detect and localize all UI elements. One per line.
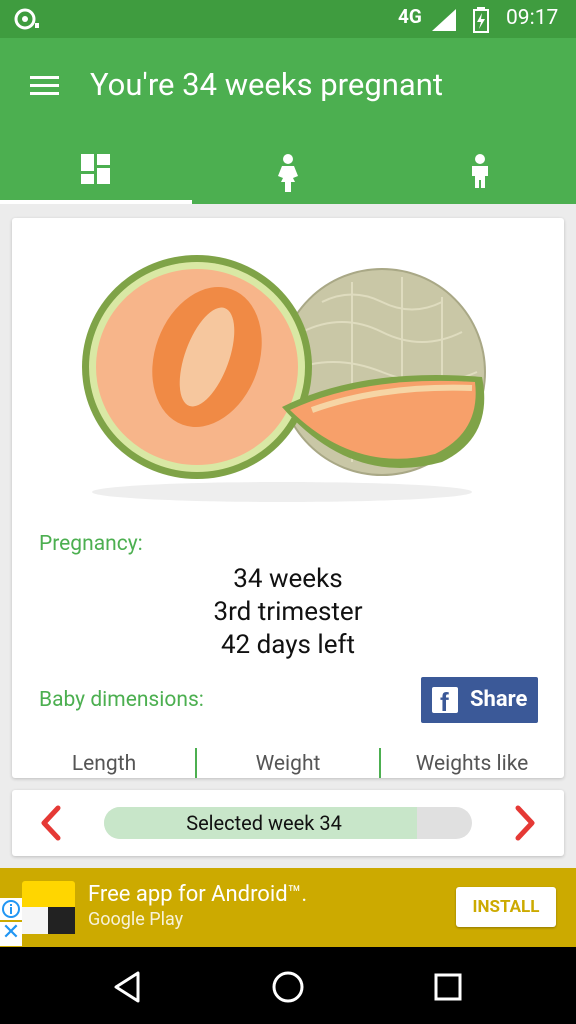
tab-mother[interactable]	[192, 138, 384, 204]
tab-dashboard[interactable]	[0, 138, 192, 204]
column-header-weight: Weight	[255, 752, 321, 776]
notification-icon	[14, 8, 39, 30]
ad-subtitle: Google Play	[88, 909, 184, 930]
days-left-value: 42 days left	[220, 630, 356, 660]
page-title: You're 34 weeks pregnant	[90, 66, 443, 103]
column-header-weights-like: Weights like	[415, 752, 529, 776]
install-button[interactable]: INSTALL	[456, 887, 556, 927]
tab-indicator	[0, 200, 192, 204]
tab-baby[interactable]	[384, 138, 576, 204]
weeks-value: 34 weeks	[233, 564, 343, 594]
home-icon[interactable]	[268, 967, 308, 1007]
facebook-icon: f	[432, 687, 458, 716]
signal-icon	[432, 9, 456, 31]
app-bar: You're 34 weeks pregnant	[0, 38, 576, 204]
hamburger-icon-line	[30, 84, 59, 87]
pregnant-woman-icon	[278, 154, 298, 192]
previous-week-button[interactable]	[34, 804, 70, 842]
next-week-button[interactable]	[506, 804, 542, 842]
column-header-length: Length	[71, 752, 137, 776]
hamburger-icon-line	[30, 92, 59, 95]
pregnancy-label: Pregnancy:	[39, 532, 143, 556]
baby-dimensions-label: Baby dimensions:	[39, 688, 204, 712]
ad-title: Free app for Android™.	[88, 882, 308, 907]
facebook-share-button[interactable]: f Share	[421, 677, 538, 723]
trimester-value: 3rd trimester	[213, 597, 363, 627]
status-bar: 4G 09:17	[0, 0, 576, 38]
back-icon[interactable]	[108, 967, 148, 1007]
app-icon	[22, 881, 75, 934]
week-progress-bar[interactable]: Selected week 34	[104, 807, 472, 839]
week-selector: Selected week 34	[12, 790, 564, 856]
hamburger-icon	[30, 76, 59, 79]
clock: 09:17	[506, 6, 559, 30]
battery-icon	[473, 7, 489, 33]
dashboard-icon	[81, 154, 110, 184]
recents-icon[interactable]	[428, 967, 468, 1007]
network-type: 4G	[398, 5, 422, 28]
child-icon	[472, 154, 488, 188]
system-nav-bar	[0, 947, 576, 1024]
ad-info-icon[interactable]	[0, 898, 22, 920]
menu-button[interactable]	[24, 68, 64, 102]
ad-banner[interactable]: ✕ Free app for Android™. Google Play INS…	[0, 868, 576, 947]
share-label: Share	[470, 687, 528, 712]
ad-close-icon[interactable]: ✕	[0, 922, 22, 946]
week-info-card: Pregnancy: 34 weeks 3rd trimester 42 day…	[12, 218, 564, 778]
fruit-image	[82, 255, 486, 502]
selected-week-label: Selected week 34	[186, 811, 342, 835]
